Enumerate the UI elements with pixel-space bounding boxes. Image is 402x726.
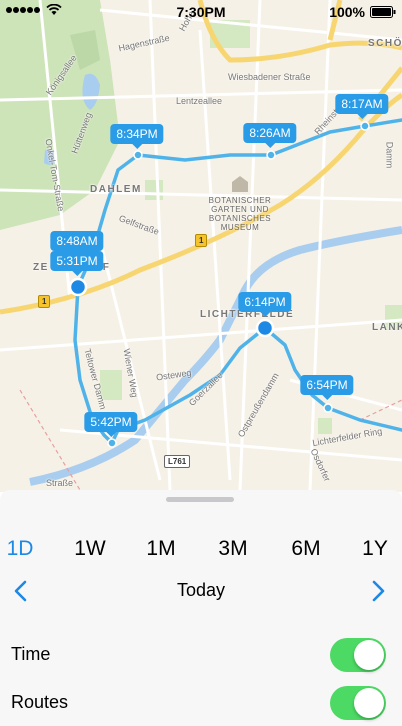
status-bar: 7:30PM 100% (0, 0, 402, 24)
chevron-right-icon[interactable] (364, 578, 390, 604)
range-1w[interactable]: 1W (74, 537, 106, 561)
time-callout[interactable]: 6:54PM (300, 375, 354, 400)
switch-knob (354, 688, 384, 718)
street-label: Wiesbadener Straße (228, 72, 311, 82)
museum-line-1: BOTANISCHER (208, 196, 272, 205)
time-callout[interactable]: 8:48AM (50, 231, 104, 251)
toggle-row-routes: Routes (0, 684, 402, 722)
museum-label: BOTANISCHER GARTEN UND BOTANISCHES MUSEU… (200, 196, 280, 232)
place-label-lank: LANK (372, 322, 402, 333)
street-label: Straße (46, 478, 74, 488)
map-view[interactable]: DAHLEM ZE RF LICHTERFELDE SCHÖ LANK BOTA… (0, 0, 402, 492)
street-label: Damm (384, 141, 395, 169)
museum-line-3: BOTANISCHES (208, 214, 272, 223)
range-1m[interactable]: 1M (146, 537, 175, 561)
time-callout[interactable]: 5:31PM (50, 251, 104, 276)
range-6m[interactable]: 6M (291, 537, 320, 561)
place-label-schoe: SCHÖ (368, 38, 402, 49)
routes-switch[interactable] (330, 686, 386, 720)
time-callout[interactable]: 5:42PM (84, 412, 138, 437)
date-title: Today (176, 580, 226, 600)
sheet-grabber[interactable] (166, 497, 234, 502)
battery-percent: 100% (329, 4, 365, 20)
range-1d[interactable]: 1D (7, 537, 34, 561)
road-shield: 1 (38, 295, 51, 308)
museum-line-2: GARTEN UND (211, 205, 269, 214)
museum-line-4: MUSEUM (220, 223, 260, 232)
time-callout[interactable]: 8:34PM (110, 124, 164, 149)
battery-group: 100% (329, 4, 396, 20)
place-label-ze: ZE (33, 262, 49, 273)
time-callout[interactable]: 6:14PM (238, 292, 292, 317)
toggle-label-time: Time (11, 644, 51, 664)
toggle-row-time: Time (0, 636, 402, 674)
battery-icon (370, 6, 396, 18)
date-navigator: Today (0, 576, 402, 606)
road-shield: 1 (195, 234, 208, 247)
switch-knob (354, 640, 384, 670)
time-range-selector: 1D 1W 1M 3M 6M 1Y (0, 537, 402, 567)
range-3m[interactable]: 3M (218, 537, 247, 561)
time-switch[interactable] (330, 638, 386, 672)
time-callout[interactable]: 8:17AM (335, 94, 389, 119)
street-label: Lentzeallee (176, 96, 223, 106)
place-label-dahlem: DAHLEM (90, 184, 142, 195)
range-1y[interactable]: 1Y (362, 537, 388, 561)
time-callout[interactable]: 8:26AM (243, 123, 297, 148)
road-shield: L761 (164, 455, 191, 468)
toggle-label-routes: Routes (11, 692, 69, 712)
